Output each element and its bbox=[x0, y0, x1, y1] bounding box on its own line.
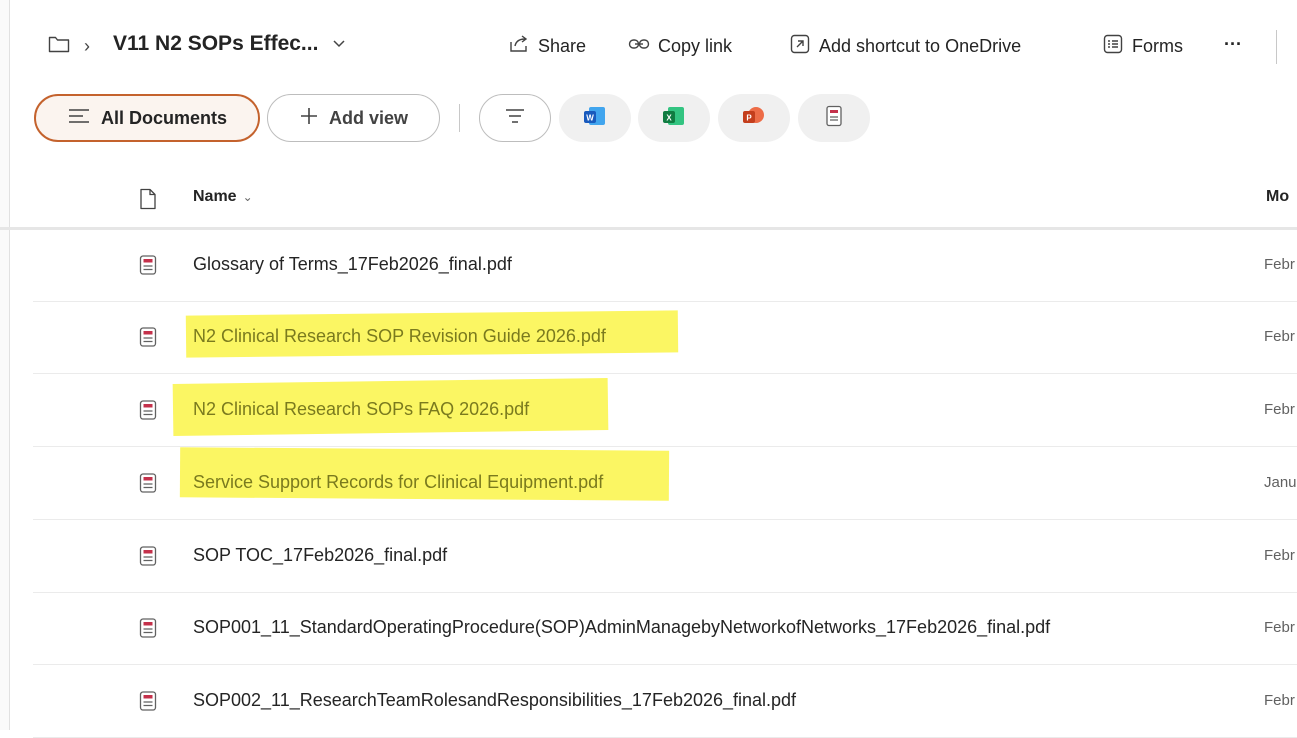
command-bar: › V11 N2 SOPs Effec... Share Copy link A… bbox=[0, 22, 1297, 72]
pdf-file-icon bbox=[139, 546, 157, 571]
filter-excel-button[interactable]: X bbox=[638, 94, 710, 142]
pdf-icon bbox=[824, 105, 844, 132]
file-name-link[interactable]: Glossary of Terms_17Feb2026_final.pdf bbox=[193, 254, 512, 275]
forms-button[interactable]: Forms bbox=[1102, 34, 1183, 59]
word-icon: W bbox=[583, 105, 607, 132]
filter-icon bbox=[504, 107, 526, 130]
table-row[interactable]: Service Support Records for Clinical Equ… bbox=[33, 448, 1297, 520]
add-shortcut-label: Add shortcut to OneDrive bbox=[819, 36, 1022, 56]
file-name-link[interactable]: N2 Clinical Research SOPs FAQ 2026.pdf bbox=[193, 399, 529, 420]
copy-link-button[interactable]: Copy link bbox=[628, 34, 732, 59]
svg-text:X: X bbox=[666, 113, 672, 122]
modified-date: Febr bbox=[1264, 256, 1295, 273]
more-icon: ··· bbox=[1224, 34, 1242, 54]
pdf-file-icon bbox=[139, 327, 157, 352]
modified-date: Febr bbox=[1264, 692, 1295, 709]
add-view-label: Add view bbox=[328, 107, 408, 128]
table-row[interactable]: SOP001_11_StandardOperatingProcedure(SOP… bbox=[33, 593, 1297, 665]
share-button[interactable]: Share bbox=[508, 34, 586, 59]
svg-text:P: P bbox=[746, 113, 752, 122]
folder-icon[interactable] bbox=[48, 34, 70, 59]
view-bar: All Documents Add view W X P bbox=[0, 94, 1297, 146]
chevron-down-icon bbox=[332, 36, 346, 52]
modified-date: Febr bbox=[1264, 328, 1295, 345]
list-header: Name ⌄ Mo bbox=[0, 178, 1297, 230]
file-type-column-icon[interactable] bbox=[139, 188, 157, 215]
plus-icon bbox=[299, 106, 319, 131]
file-name-link[interactable]: SOP TOC_17Feb2026_final.pdf bbox=[193, 545, 447, 566]
breadcrumb-current-folder[interactable]: V11 N2 SOPs Effec... bbox=[113, 32, 346, 56]
shortcut-icon bbox=[789, 34, 811, 59]
modified-date: Febr bbox=[1264, 401, 1295, 418]
all-documents-view-button[interactable]: All Documents bbox=[34, 94, 260, 142]
pdf-file-icon bbox=[139, 473, 157, 498]
command-bar-divider bbox=[1276, 30, 1277, 64]
filter-button[interactable] bbox=[479, 94, 551, 142]
modified-date: Febr bbox=[1264, 547, 1295, 564]
pdf-file-icon bbox=[139, 618, 157, 643]
name-column-label: Name bbox=[193, 188, 237, 205]
excel-icon: X bbox=[662, 105, 686, 132]
pdf-file-icon bbox=[139, 255, 157, 280]
add-shortcut-button[interactable]: Add shortcut to OneDrive bbox=[789, 34, 1021, 59]
share-icon bbox=[508, 34, 530, 59]
forms-label: Forms bbox=[1132, 36, 1183, 56]
copy-link-label: Copy link bbox=[658, 36, 733, 56]
modified-column-header[interactable]: Mo bbox=[1266, 188, 1289, 206]
view-bar-divider bbox=[459, 104, 460, 132]
table-row[interactable]: N2 Clinical Research SOP Revision Guide … bbox=[33, 302, 1297, 374]
file-name-link[interactable]: SOP002_11_ResearchTeamRolesandResponsibi… bbox=[193, 690, 796, 711]
name-column-header[interactable]: Name ⌄ bbox=[193, 188, 253, 206]
all-documents-label: All Documents bbox=[100, 107, 228, 128]
file-name-link[interactable]: SOP001_11_StandardOperatingProcedure(SOP… bbox=[193, 617, 1050, 638]
breadcrumb-chevron-icon: › bbox=[84, 36, 90, 56]
table-row[interactable]: N2 Clinical Research SOPs FAQ 2026.pdf Fe… bbox=[33, 375, 1297, 447]
table-row[interactable]: Glossary of Terms_17Feb2026_final.pdf Feb… bbox=[33, 230, 1297, 302]
filter-pdf-button[interactable] bbox=[798, 94, 870, 142]
sort-chevron-icon: ⌄ bbox=[242, 190, 253, 204]
filter-word-button[interactable]: W bbox=[559, 94, 631, 142]
modified-date: Janu bbox=[1264, 474, 1297, 491]
pdf-file-icon bbox=[139, 691, 157, 716]
file-name-link[interactable]: Service Support Records for Clinical Equ… bbox=[193, 472, 603, 493]
filter-powerpoint-button[interactable]: P bbox=[718, 94, 790, 142]
page-title: V11 N2 SOPs Effec... bbox=[113, 32, 319, 55]
table-row[interactable]: SOP002_11_ResearchTeamRolesandResponsibi… bbox=[33, 666, 1297, 738]
svg-text:W: W bbox=[586, 113, 594, 122]
pdf-file-icon bbox=[139, 400, 157, 425]
powerpoint-icon: P bbox=[742, 105, 766, 132]
file-name-link[interactable]: N2 Clinical Research SOP Revision Guide … bbox=[193, 326, 606, 347]
table-row[interactable]: SOP TOC_17Feb2026_final.pdf Febr bbox=[33, 521, 1297, 593]
link-icon bbox=[628, 34, 650, 59]
forms-icon bbox=[1102, 34, 1124, 59]
more-options-button[interactable]: ··· bbox=[1224, 34, 1242, 55]
add-view-button[interactable]: Add view bbox=[267, 94, 440, 142]
modified-date: Febr bbox=[1264, 619, 1295, 636]
hamburger-icon bbox=[67, 107, 91, 130]
share-label: Share bbox=[538, 36, 587, 56]
